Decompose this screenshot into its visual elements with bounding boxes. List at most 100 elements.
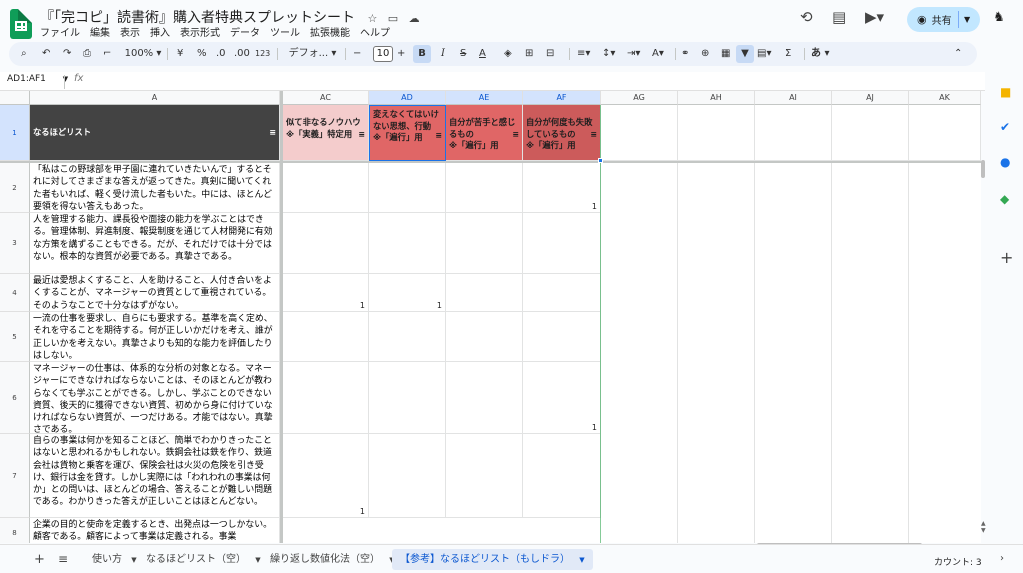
- column-header-ad[interactable]: AD: [369, 91, 446, 105]
- menu-insert[interactable]: 挿入: [150, 24, 170, 39]
- cell[interactable]: [369, 312, 446, 362]
- cell[interactable]: [523, 213, 601, 274]
- link-icon[interactable]: ⚭: [681, 42, 689, 66]
- number-cell[interactable]: 1: [523, 163, 601, 213]
- add-sheet-icon[interactable]: +: [34, 549, 45, 570]
- filter-icon[interactable]: ≡: [512, 129, 519, 141]
- cell[interactable]: [446, 274, 523, 312]
- row-header[interactable]: 6: [0, 362, 30, 434]
- text-cell[interactable]: 企業の目的と使命を定義するとき、出発点は一つしかない。顧客である。顧客によって事…: [30, 518, 280, 543]
- row-header[interactable]: 3: [0, 213, 30, 274]
- text-cell[interactable]: マネージャーの仕事は、体系的な分析の対象となる。マネージャーにできなければならな…: [30, 362, 280, 434]
- cell[interactable]: [446, 362, 523, 434]
- vertical-scrollbar[interactable]: [981, 160, 985, 178]
- menu-extensions[interactable]: 拡張機能: [310, 24, 350, 39]
- print-icon[interactable]: ⎙: [83, 42, 91, 66]
- column-header-ah[interactable]: AH: [678, 91, 755, 105]
- maps-icon[interactable]: ◆: [1000, 192, 1009, 206]
- all-sheets-icon[interactable]: ≡: [58, 549, 68, 570]
- header-cell-af[interactable]: 自分が何度も失敗しているもの ※「遍行」用 ≡: [523, 105, 601, 161]
- cell[interactable]: [283, 213, 369, 274]
- menu-tools[interactable]: ツール: [270, 24, 300, 39]
- select-all-corner[interactable]: [0, 91, 30, 105]
- tasks-icon[interactable]: ✔: [1000, 120, 1010, 134]
- column-header-ag[interactable]: AG: [601, 91, 678, 105]
- column-freeze-handle[interactable]: [280, 91, 283, 543]
- filter-icon[interactable]: ▼: [736, 45, 754, 63]
- column-header-ac[interactable]: AC: [283, 91, 369, 105]
- text-cell[interactable]: 人を管理する能力、課長役や面接の能力を学ぶことはできる。管理体制、昇進制度、報奨…: [30, 213, 280, 274]
- number-cell[interactable]: 1: [283, 434, 369, 518]
- history-icon[interactable]: ⟲: [800, 8, 813, 26]
- filter-icon[interactable]: ≡: [435, 130, 442, 142]
- share-dropdown-icon[interactable]: ▼: [964, 15, 970, 24]
- cell[interactable]: [369, 163, 446, 213]
- percent-button[interactable]: %: [197, 42, 207, 66]
- comment-icon[interactable]: ▤: [832, 8, 846, 26]
- column-header-aj[interactable]: AJ: [832, 91, 909, 105]
- scroll-right-icon[interactable]: ▲ ▼: [981, 520, 986, 534]
- cell[interactable]: [832, 105, 909, 161]
- insert-comment-icon[interactable]: ⊕: [701, 42, 709, 66]
- calendar-icon[interactable]: ■: [1000, 85, 1011, 99]
- cell[interactable]: [446, 163, 523, 213]
- cell[interactable]: [283, 312, 369, 362]
- header-cell-ac[interactable]: 似て非なるノウハウ ※「実義」特定用 ≡: [283, 105, 369, 161]
- row-freeze-handle[interactable]: [0, 161, 981, 163]
- insert-chart-icon[interactable]: ▦: [721, 42, 730, 66]
- meet-icon[interactable]: ▶▾: [865, 8, 884, 26]
- number-format-button[interactable]: 123: [255, 42, 270, 66]
- avatar[interactable]: ♞: [990, 10, 1008, 28]
- number-cell[interactable]: 1: [283, 274, 369, 312]
- row-header[interactable]: 8: [0, 518, 30, 543]
- cell[interactable]: [446, 434, 523, 518]
- redo-icon[interactable]: ↷: [63, 42, 71, 66]
- sheets-logo[interactable]: [10, 9, 32, 39]
- filter-icon[interactable]: ≡: [590, 129, 597, 141]
- font-size-decrease[interactable]: −: [353, 42, 361, 66]
- text-rotation-icon[interactable]: A▾: [652, 42, 664, 66]
- cell[interactable]: [755, 105, 832, 161]
- spreadsheet-grid[interactable]: A AC AD AE AF AG AH AI AJ AK 1 2 3 4 5 6…: [0, 91, 981, 543]
- column-header-ae[interactable]: AE: [446, 91, 523, 105]
- filter-icon[interactable]: ≡: [269, 127, 276, 139]
- font-select[interactable]: デフォ... ▾: [285, 42, 340, 66]
- cell[interactable]: [369, 362, 446, 434]
- column-header-af[interactable]: AF: [523, 91, 601, 105]
- cell[interactable]: [601, 105, 678, 161]
- row-header[interactable]: 5: [0, 312, 30, 362]
- bold-button[interactable]: B: [413, 45, 431, 63]
- cell[interactable]: [678, 105, 755, 161]
- filter-icon[interactable]: ≡: [358, 129, 365, 141]
- vertical-align-icon[interactable]: ↕▾: [602, 42, 615, 66]
- cell[interactable]: [523, 312, 601, 362]
- strikethrough-button[interactable]: S: [460, 42, 466, 66]
- cell[interactable]: [446, 213, 523, 274]
- font-size-increase[interactable]: +: [397, 42, 405, 66]
- text-cell[interactable]: 自らの事業は何かを知ることほど、簡単でわかりきったことはないと思われるかもしれな…: [30, 434, 280, 518]
- horizontal-align-icon[interactable]: ≡▾: [577, 42, 590, 66]
- column-header-ai[interactable]: AI: [755, 91, 832, 105]
- menu-data[interactable]: データ: [230, 24, 260, 39]
- sheet-tab[interactable]: 繰り返し数値化法（空） ▼: [270, 549, 395, 570]
- cell[interactable]: [523, 274, 601, 312]
- name-box[interactable]: AD1:AF1 ▼: [7, 74, 68, 84]
- number-cell[interactable]: 1: [523, 362, 601, 434]
- formula-input[interactable]: [90, 73, 970, 90]
- menu-edit[interactable]: 編集: [90, 24, 110, 39]
- menu-help[interactable]: ヘルプ: [360, 24, 390, 39]
- row-header[interactable]: 4: [0, 274, 30, 312]
- fill-color-icon[interactable]: ◈: [504, 42, 512, 66]
- header-cell-ae[interactable]: 自分が苦手と感じるもの ※「遍行」用 ≡: [446, 105, 523, 161]
- cell[interactable]: [283, 163, 369, 213]
- cell[interactable]: [369, 434, 446, 518]
- row-header[interactable]: 2: [0, 163, 30, 213]
- text-color-button[interactable]: A: [479, 42, 486, 66]
- filter-views-icon[interactable]: ▤▾: [757, 42, 771, 66]
- cell[interactable]: [523, 434, 601, 518]
- text-cell[interactable]: 「私はこの野球部を甲子園に連れていきたいんで」するとそれに対してさまざまな答えが…: [30, 163, 280, 213]
- sheet-tab[interactable]: 使い方 ▼: [92, 549, 137, 570]
- column-header-ak[interactable]: AK: [909, 91, 981, 105]
- text-cell[interactable]: 一流の仕事を要求し、自らにも要求する。基準を高く定め、それを守ることを期待する。…: [30, 312, 280, 362]
- search-icon[interactable]: ⌕: [21, 42, 27, 66]
